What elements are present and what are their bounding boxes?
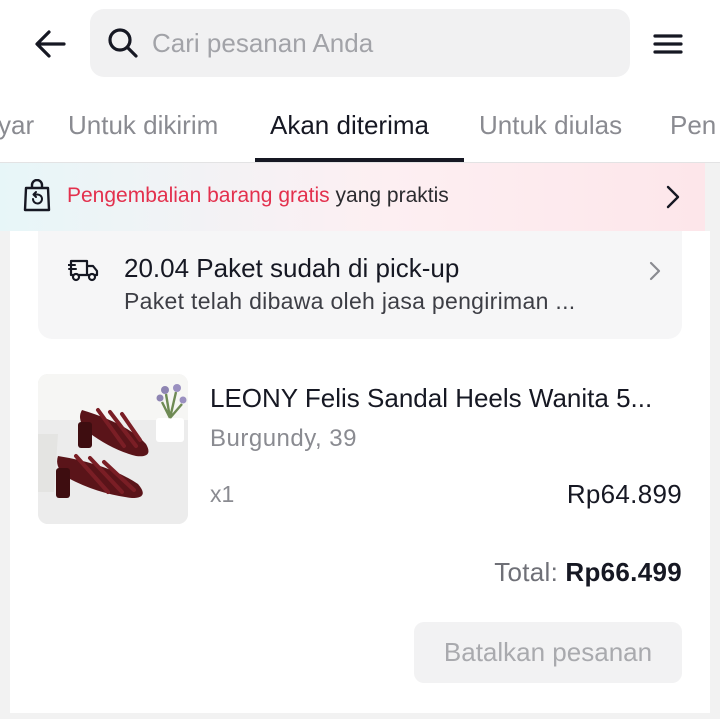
chevron-right-icon — [649, 261, 661, 281]
product-variant: Burgundy, 39 — [210, 425, 357, 452]
banner-highlight: Pengembalian barang gratis — [67, 184, 330, 207]
shipping-subtitle: Paket telah dibawa oleh jasa pengiriman … — [124, 288, 576, 314]
menu-button[interactable] — [648, 26, 688, 62]
search-icon — [108, 28, 138, 58]
tab-to-receive[interactable]: Akan diterima — [270, 110, 429, 141]
product-name[interactable]: LEONY Felis Sandal Heels Wanita 5... — [210, 383, 652, 414]
search-bar[interactable] — [90, 9, 630, 77]
tab-to-ship[interactable]: Untuk dikirim — [68, 110, 218, 141]
order-total: Total: Rp66.499 — [494, 557, 682, 588]
tab-more[interactable]: Pen — [670, 110, 716, 141]
order-card: 20.04 Paket sudah di pick-up Paket telah… — [10, 231, 710, 713]
banner-rest: yang praktis — [329, 184, 449, 207]
cancel-order-button[interactable]: Batalkan pesanan — [414, 622, 682, 683]
product-quantity: x1 — [210, 481, 235, 507]
total-label: Total: — [494, 557, 559, 587]
free-return-banner[interactable]: Pengembalian barang gratis yang praktis — [0, 163, 705, 231]
shipping-title: 20.04 Paket sudah di pick-up — [124, 253, 460, 283]
tab-payment[interactable]: yar — [0, 110, 34, 141]
search-input[interactable] — [152, 27, 592, 59]
sandal-illustration — [38, 374, 188, 524]
active-tab-indicator — [255, 158, 464, 162]
truck-icon — [68, 259, 99, 282]
product-image[interactable] — [38, 374, 188, 524]
arrow-left-icon — [35, 30, 66, 58]
product-price: Rp64.899 — [566, 479, 682, 509]
banner-text: Pengembalian barang gratis yang praktis — [67, 184, 449, 208]
return-bag-icon — [23, 179, 51, 212]
total-value: Rp66.499 — [565, 557, 682, 587]
back-button[interactable] — [30, 24, 70, 64]
chevron-right-icon — [666, 185, 680, 209]
shipping-status[interactable]: 20.04 Paket sudah di pick-up Paket telah… — [38, 231, 682, 339]
order-status-tabs: yar Untuk dikirim Akan diterima Untuk di… — [0, 90, 720, 163]
tab-to-review[interactable]: Untuk diulas — [479, 110, 622, 141]
top-bar — [0, 0, 720, 90]
hamburger-menu-icon — [653, 34, 683, 54]
